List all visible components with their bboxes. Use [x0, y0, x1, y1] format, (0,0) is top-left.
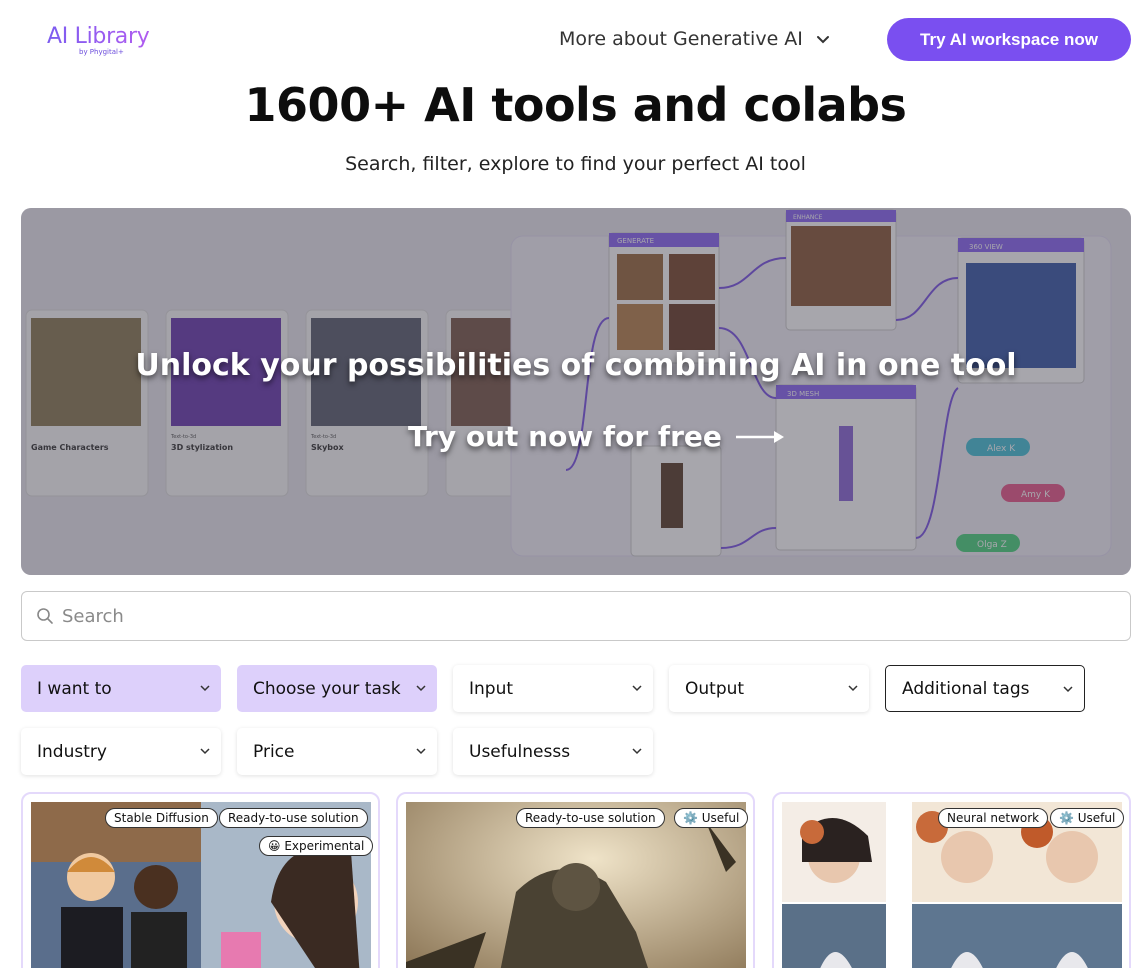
nav-more-label: More about Generative AI [559, 28, 803, 50]
search-input[interactable] [62, 605, 1062, 627]
tag-useful: ⚙️ Useful [1050, 808, 1125, 828]
filter-choose-task[interactable]: Choose your task [237, 665, 437, 712]
search-icon [37, 608, 53, 624]
chevron-down-icon [816, 36, 829, 44]
tool-card[interactable]: Ready-to-use solution ⚙️ Useful [396, 792, 755, 968]
filter-industry[interactable]: Industry [21, 728, 221, 775]
filter-output[interactable]: Output [669, 665, 869, 712]
tag-stable-diffusion: Stable Diffusion [105, 808, 218, 828]
filter-additional-tags[interactable]: Additional tags [885, 665, 1085, 712]
filter-label: Price [253, 741, 295, 762]
page-title: 1600+ AI tools and colabs [244, 78, 907, 132]
chevron-down-icon [632, 748, 642, 755]
tag-neural-network: Neural network [938, 808, 1049, 828]
filter-label: Output [685, 678, 745, 699]
banner-try-free-link[interactable]: Try out now for free [408, 420, 786, 453]
filter-label: Usefulnesss [469, 741, 571, 762]
filter-usefulness[interactable]: Usefulnesss [453, 728, 653, 775]
filter-label: I want to [37, 678, 112, 699]
nav-more-dropdown[interactable]: More about Generative AI [559, 28, 831, 50]
search-bar[interactable] [21, 591, 1131, 641]
filter-price[interactable]: Price [237, 728, 437, 775]
tag-ready-to-use: Ready-to-use solution [516, 808, 665, 828]
logo-subtext: by Phygital+ [79, 48, 124, 56]
chevron-down-icon [848, 685, 858, 692]
promo-banner[interactable]: Game Characters Text-to-3d 3D stylizatio… [21, 208, 1131, 575]
banner-cta-label: Try out now for free [408, 420, 722, 453]
filter-label: Input [469, 678, 514, 699]
tool-card[interactable]: Stable Diffusion Ready-to-use solution 😀… [21, 792, 380, 968]
filter-label: Additional tags [902, 678, 1030, 699]
banner-headline: Unlock your possibilities of combining A… [135, 348, 1017, 383]
filter-label: Industry [37, 741, 107, 762]
logo-text: AI Library [47, 24, 150, 49]
tag-useful: ⚙️ Useful [674, 808, 749, 828]
chevron-down-icon [1063, 686, 1073, 693]
filter-label: Choose your task [253, 678, 401, 699]
tag-experimental: 😀 Experimental [259, 836, 374, 856]
chevron-down-icon [200, 748, 210, 755]
tool-card[interactable]: Neural network ⚙️ Useful [772, 792, 1131, 968]
chevron-down-icon [200, 685, 210, 692]
filter-input[interactable]: Input [453, 665, 653, 712]
chevron-down-icon [416, 748, 426, 755]
tag-ready-to-use: Ready-to-use solution [219, 808, 368, 828]
chevron-down-icon [416, 685, 426, 692]
page-subtitle: Search, filter, explore to find your per… [345, 153, 806, 175]
try-workspace-button[interactable]: Try AI workspace now [887, 18, 1131, 61]
arrow-right-icon [735, 430, 784, 443]
chevron-down-icon [632, 685, 642, 692]
filter-i-want-to[interactable]: I want to [21, 665, 221, 712]
banner-dim-overlay [21, 208, 1131, 575]
logo[interactable]: AI Library by Phygital+ [47, 24, 150, 56]
